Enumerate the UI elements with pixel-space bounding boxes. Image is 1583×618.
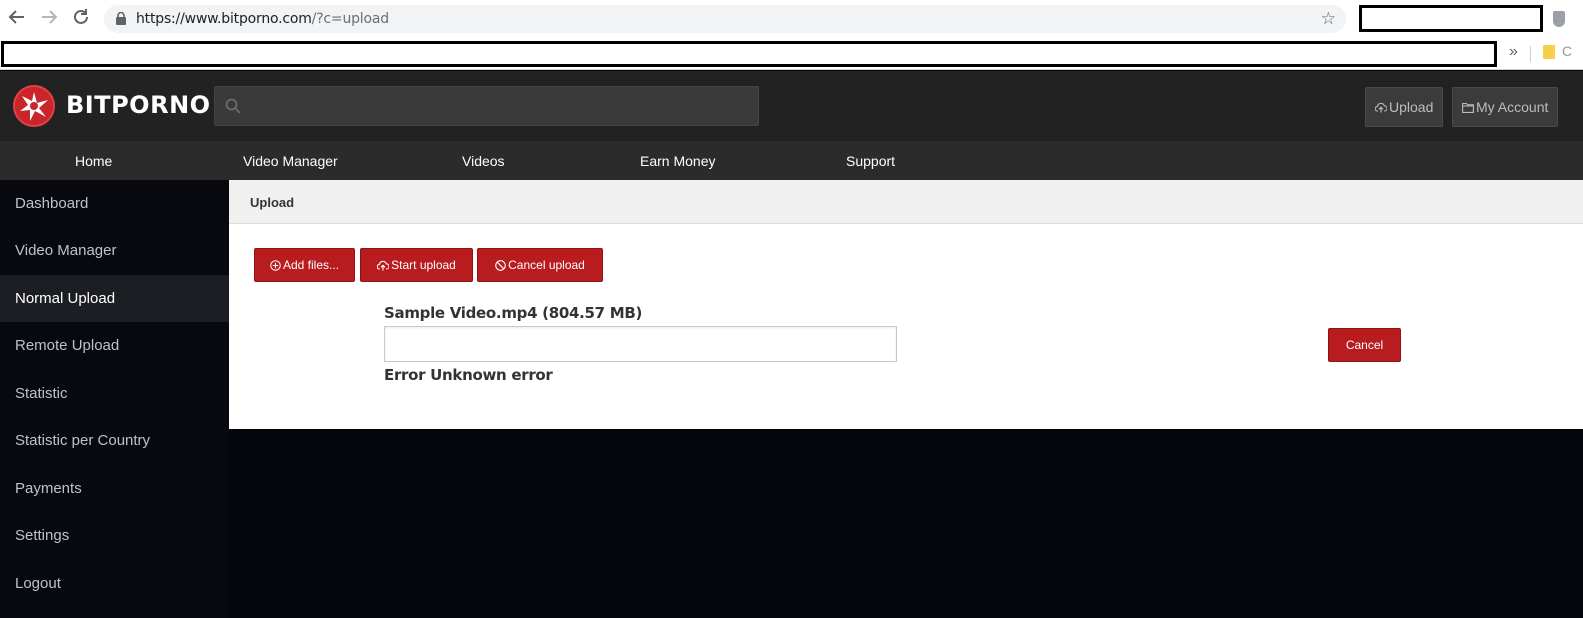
sidebar-item-payments[interactable]: Payments	[0, 465, 229, 512]
browser-toolbar: https://www.bitporno.com/?c=upload ☆	[0, 0, 1583, 40]
lock-icon	[116, 12, 126, 25]
cancel-upload-label: Cancel upload	[508, 258, 585, 272]
logo-icon[interactable]	[12, 84, 56, 128]
url-path: /?c=upload	[311, 11, 389, 27]
bookmarks-overflow-button[interactable]: »	[1509, 43, 1518, 61]
upload-button-label: Upload	[1389, 99, 1434, 115]
cloud-upload-icon	[376, 260, 390, 271]
nav-videos[interactable]: Videos	[462, 153, 505, 169]
bookmark-separator	[1530, 46, 1531, 62]
nav-video-manager[interactable]: Video Manager	[243, 153, 338, 169]
panel-header: Upload	[229, 180, 1583, 224]
upload-panel: Upload Add files... Start upload Cancel …	[229, 180, 1583, 429]
sidebar-item-normal-upload[interactable]: Normal Upload	[0, 275, 229, 322]
redaction-box	[1359, 5, 1543, 32]
sidebar-item-dashboard[interactable]: Dashboard	[0, 180, 229, 227]
page-title: Upload	[250, 195, 295, 210]
address-bar[interactable]: https://www.bitporno.com/?c=upload ☆	[104, 5, 1346, 33]
search-icon	[225, 98, 241, 114]
reload-icon[interactable]	[70, 8, 92, 30]
sidebar: Dashboard Video Manager Normal Upload Re…	[0, 180, 229, 618]
nav-earn-money[interactable]: Earn Money	[640, 153, 715, 169]
search-input[interactable]	[249, 87, 749, 125]
bookmark-label[interactable]: C	[1562, 43, 1572, 59]
cloud-upload-icon	[1374, 102, 1388, 113]
sidebar-item-statistic-per-country[interactable]: Statistic per Country	[0, 417, 229, 464]
add-files-label: Add files...	[282, 258, 340, 272]
extension-icon[interactable]	[1553, 11, 1565, 27]
cancel-upload-button[interactable]: Cancel upload	[477, 248, 603, 282]
sidebar-item-remote-upload[interactable]: Remote Upload	[0, 322, 229, 369]
forward-arrow-icon[interactable]	[38, 8, 60, 30]
bookmarks-bar: » C	[0, 40, 1583, 70]
plus-circle-icon	[270, 260, 281, 271]
nav-home[interactable]: Home	[75, 153, 112, 169]
file-name: Sample Video.mp4 (804.57 MB)	[384, 304, 643, 322]
my-account-button[interactable]: My Account	[1452, 87, 1559, 127]
folder-icon[interactable]	[1543, 45, 1555, 59]
add-files-button[interactable]: Add files...	[254, 248, 355, 282]
start-upload-button[interactable]: Start upload	[360, 248, 473, 282]
folder-icon	[1462, 102, 1474, 113]
url-host: https://www.bitporno.com	[136, 11, 312, 27]
nav-support[interactable]: Support	[846, 153, 895, 169]
sidebar-item-statistic[interactable]: Statistic	[0, 370, 229, 417]
search-box[interactable]	[214, 86, 759, 126]
upload-button[interactable]: Upload	[1365, 87, 1444, 127]
site-header: BITPORNO Upload My Account	[0, 71, 1583, 141]
start-upload-label: Start upload	[391, 258, 456, 272]
main-nav: Home Video Manager Videos Earn Money Sup…	[0, 141, 1583, 180]
url-text: https://www.bitporno.com/?c=upload	[136, 11, 389, 27]
redaction-box	[1, 41, 1497, 67]
ban-icon	[495, 260, 506, 271]
my-account-button-label: My Account	[1476, 99, 1549, 115]
upload-progress-bar	[384, 326, 897, 362]
upload-error-message: Error Unknown error	[384, 366, 553, 384]
back-arrow-icon[interactable]	[6, 8, 28, 30]
sidebar-item-logout[interactable]: Logout	[0, 560, 229, 607]
star-icon[interactable]: ☆	[1321, 9, 1336, 29]
logo-text[interactable]: BITPORNO	[66, 91, 211, 119]
sidebar-item-settings[interactable]: Settings	[0, 512, 229, 559]
sidebar-item-video-manager[interactable]: Video Manager	[0, 227, 229, 274]
cancel-button[interactable]: Cancel	[1328, 328, 1401, 362]
